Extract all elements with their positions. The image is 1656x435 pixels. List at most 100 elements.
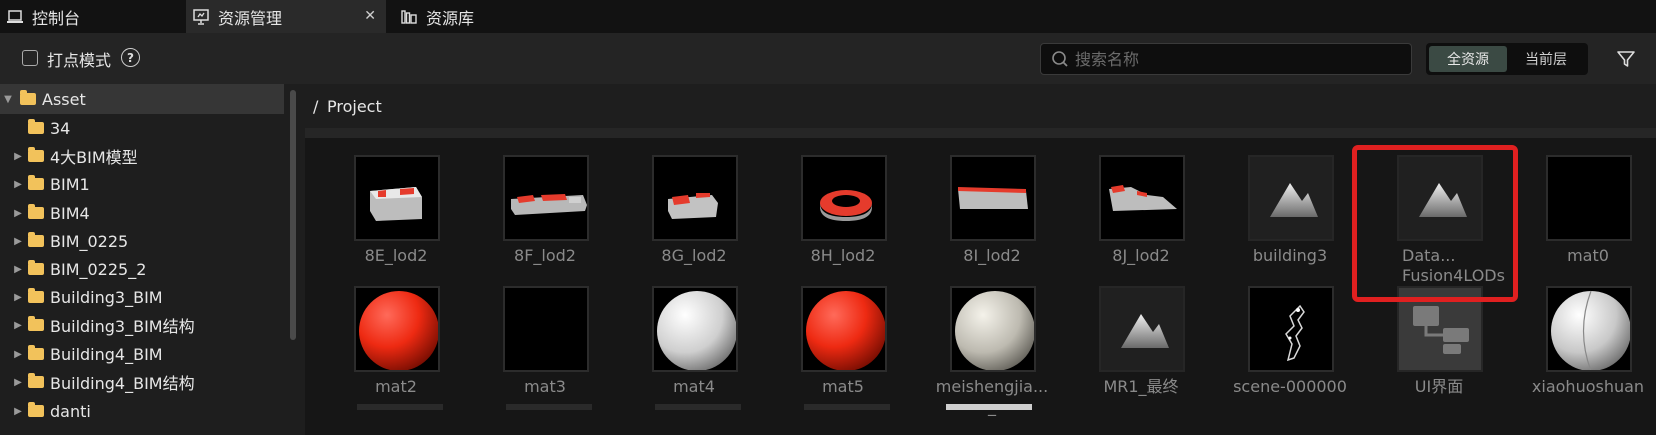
collapsed-arrow-icon[interactable]: ▶: [12, 292, 24, 303]
tab-label: 资源库: [426, 8, 475, 28]
search-input[interactable]: [1075, 49, 1395, 69]
marker-mode-checkbox[interactable]: [22, 50, 38, 66]
collapsed-arrow-icon[interactable]: ▶: [12, 264, 24, 275]
tree-item-label: Building3_BIM结构: [50, 317, 195, 336]
collapsed-arrow-icon[interactable]: ▶: [12, 320, 24, 331]
folder-icon: [28, 119, 44, 134]
material-sphere-icon: [955, 291, 1034, 370]
tree-item-label: 4大BIM模型: [50, 148, 138, 167]
tree-item[interactable]: ▶ Building4_BIM: [0, 339, 284, 369]
asset-thumbnail-partial: [655, 404, 741, 410]
collapsed-arrow-icon[interactable]: ▶: [12, 377, 24, 388]
scope-toggle: 全资源 当前层: [1426, 43, 1588, 75]
tab-asset-library[interactable]: 资源库: [394, 0, 484, 33]
help-icon[interactable]: ?: [121, 48, 140, 67]
tab-label: 资源管理: [218, 8, 283, 28]
tree-item[interactable]: ▶ Building3_BIM结构: [0, 310, 284, 340]
collapsed-arrow-icon[interactable]: ▶: [12, 208, 24, 219]
tree-item[interactable]: ▶ Building4_BIM结构: [0, 367, 284, 397]
collapsed-arrow-icon[interactable]: ▶: [12, 151, 24, 162]
tree-item-label: Building3_BIM: [50, 287, 163, 307]
tree-item[interactable]: ▶ BIM_0225_2: [0, 254, 284, 284]
search-icon: [1052, 51, 1068, 67]
collapsed-arrow-icon[interactable]: ▶: [12, 349, 24, 360]
filter-icon[interactable]: [1616, 49, 1636, 69]
tree-item[interactable]: 34: [0, 113, 284, 143]
asset-thumbnail-partial: [357, 404, 443, 410]
breadcrumb-separator: /: [313, 97, 319, 116]
asset-name: mat5: [822, 377, 864, 396]
asset-thumbnail: [503, 155, 589, 241]
tree-item[interactable]: ▶ BIM1: [0, 169, 284, 199]
tree-item[interactable]: ▶ danti: [0, 396, 284, 426]
asset-name: xiaohuoshuan: [1531, 377, 1645, 396]
asset-thumbnail-partial: [506, 404, 592, 410]
tree-item-asset[interactable]: ▼ Asset: [0, 84, 284, 114]
breadcrumb-project[interactable]: Project: [327, 97, 382, 116]
close-icon[interactable]: ✕: [364, 8, 376, 24]
material-sphere-icon: [359, 291, 438, 370]
tab-console[interactable]: 控制台: [0, 0, 186, 33]
building-model-icon: [1109, 185, 1177, 211]
tree-item[interactable]: ▶ BIM_0225: [0, 226, 284, 256]
tree-item-label: BIM1: [50, 174, 90, 194]
asset-thumbnail: [950, 286, 1036, 372]
mountain-placeholder-icon: [1270, 183, 1318, 217]
asset-name: 8E_lod2: [364, 246, 428, 265]
marker-mode-label: 打点模式: [47, 51, 112, 70]
folder-icon: [28, 147, 44, 162]
asset-name: MR1_最终: [1103, 377, 1179, 396]
tree-item-label: Building4_BIM: [50, 344, 163, 364]
toolbar: 打点模式 ? 全资源 当前层: [0, 33, 1656, 84]
asset-thumbnail: [503, 286, 589, 372]
scope-all-button[interactable]: 全资源: [1429, 46, 1507, 72]
tree-item-label: BIM_0225_2: [50, 259, 147, 279]
asset-name: mat3: [524, 377, 566, 396]
folder-icon: [28, 232, 44, 247]
folder-icon: [28, 175, 44, 190]
sidebar-scrollbar[interactable]: [290, 90, 296, 340]
mountain-placeholder-icon: [1121, 314, 1169, 348]
folder-icon: [20, 90, 36, 105]
tree-item-label: BIM4: [50, 203, 90, 223]
collapsed-arrow-icon[interactable]: ▶: [12, 179, 24, 190]
tab-asset-management[interactable]: 资源管理 ✕: [186, 0, 386, 33]
laptop-icon: [7, 9, 23, 23]
tree-item[interactable]: ▶ 4大BIM模型: [0, 141, 284, 171]
presentation-icon: [193, 8, 209, 25]
breadcrumb: / Project: [305, 84, 1656, 128]
asset-name: 8H_lod2: [810, 246, 876, 265]
building-model-icon: [958, 187, 1028, 209]
expand-arrow-icon[interactable]: ▼: [0, 94, 16, 105]
asset-thumbnail: [1546, 286, 1632, 372]
tree-item-label: danti: [50, 401, 91, 421]
asset-name: 8G_lod2: [661, 246, 727, 265]
tree-item[interactable]: ▶ BIM4: [0, 198, 284, 228]
asset-thumbnail: [652, 286, 738, 372]
asset-thumbnail: [1099, 155, 1185, 241]
asset-name: building3: [1252, 246, 1328, 265]
asset-thumbnail: [1546, 155, 1632, 241]
folder-icon: [28, 260, 44, 275]
asset-thumbnail: [801, 155, 887, 241]
scope-current-button[interactable]: 当前层: [1507, 46, 1585, 72]
tree-item-label: BIM_0225: [50, 231, 129, 251]
tree-item-label: 34: [50, 118, 71, 138]
folder-tree: ▼ Asset 34 ▶ 4大BIM模型 ▶ BIM1 ▶ BIM4 ▶ BIM…: [0, 84, 305, 435]
asset-thumbnail: [354, 286, 440, 372]
search-box[interactable]: [1040, 43, 1412, 75]
highlight-box: [1352, 145, 1518, 302]
collapsed-arrow-icon[interactable]: ▶: [12, 406, 24, 417]
building-model-icon: [820, 190, 872, 221]
tree-item[interactable]: ▶ Building3_BIM: [0, 282, 284, 312]
library-icon: [401, 9, 417, 24]
collapsed-arrow-icon[interactable]: ▶: [12, 236, 24, 247]
asset-name: meishengjia... _: [922, 377, 1062, 417]
asset-name: 8I_lod2: [963, 246, 1021, 265]
folder-icon: [28, 402, 44, 417]
material-sphere-icon: [806, 291, 885, 370]
asset-name: mat2: [375, 377, 417, 396]
asset-thumbnail: [950, 155, 1036, 241]
folder-icon: [28, 204, 44, 219]
folder-icon: [28, 373, 44, 388]
